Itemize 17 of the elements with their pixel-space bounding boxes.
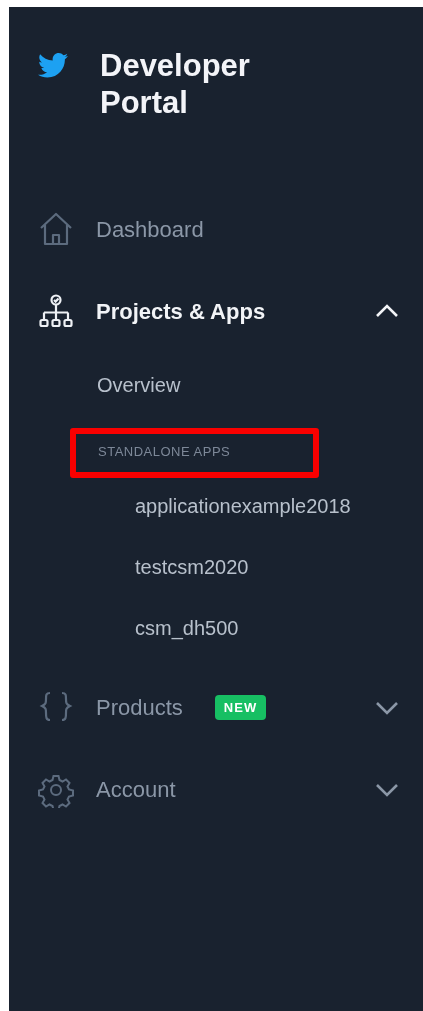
nav-item[interactable]: Projects & Apps: [9, 289, 423, 333]
portal-title: Developer Portal: [100, 47, 251, 121]
submenu-link[interactable]: Overview: [97, 370, 181, 400]
chevron-down-icon: [375, 782, 399, 797]
home-icon: [38, 211, 74, 247]
chevron-down-icon: [375, 700, 399, 715]
nav-item[interactable]: Products NEW: [9, 685, 423, 730]
section-header: STANDALONE APPS: [98, 443, 232, 461]
new-badge: NEW: [214, 694, 267, 721]
hierarchy-icon: [38, 293, 74, 329]
bird-logo-icon[interactable]: [38, 53, 68, 78]
nav-item[interactable]: Account: [9, 767, 423, 812]
app-link[interactable]: applicationexample2018: [135, 490, 351, 521]
app-link[interactable]: testcsm2020: [135, 551, 249, 582]
chevron-up-icon: [375, 304, 399, 318]
app-link[interactable]: csm_dh500: [135, 612, 239, 643]
nav-item[interactable]: Dashboard: [9, 207, 423, 251]
